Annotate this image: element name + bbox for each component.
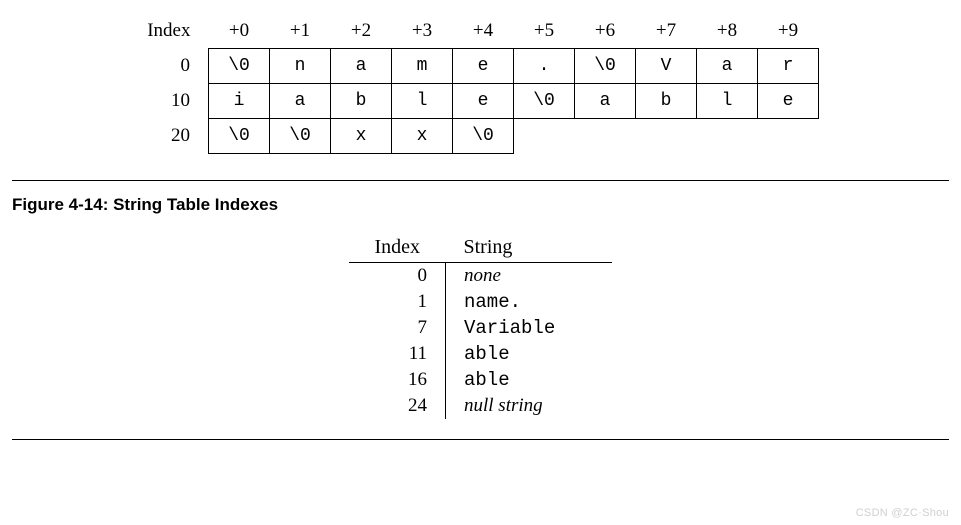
- byte-table-col-header: +4: [453, 14, 514, 49]
- byte-table-cell: r: [758, 49, 819, 84]
- index-table-cell-index: 11: [349, 341, 446, 367]
- byte-table-cell: e: [453, 84, 514, 119]
- byte-table-col-header: +6: [575, 14, 636, 49]
- index-table-cell-index: 7: [349, 315, 446, 341]
- byte-table-cell: V: [636, 49, 697, 84]
- byte-table-cell: a: [697, 49, 758, 84]
- byte-table-row: 10iable\0able: [112, 84, 819, 119]
- index-table: Index String 0none1name.7Variable11able1…: [349, 233, 612, 419]
- index-table-row: 1name.: [349, 289, 612, 315]
- byte-table-empty-cell: [575, 119, 636, 154]
- index-table-cell-string: name.: [446, 289, 613, 315]
- index-table-header-index: Index: [349, 233, 446, 263]
- byte-table-index-header: Index: [112, 14, 209, 49]
- byte-table-col-header: +3: [392, 14, 453, 49]
- byte-table-body: 0\0name.\0Var10iable\0able20\0\0xx\0: [112, 49, 819, 154]
- index-table-cell-string: able: [446, 341, 613, 367]
- index-table-cell-string: null string: [446, 393, 613, 419]
- byte-table-cell: \0: [575, 49, 636, 84]
- byte-table-cell: m: [392, 49, 453, 84]
- byte-table-cell: l: [697, 84, 758, 119]
- bottom-rule: [12, 439, 949, 440]
- byte-table-cell: i: [209, 84, 270, 119]
- byte-table-cell: a: [575, 84, 636, 119]
- byte-table-empty-cell: [758, 119, 819, 154]
- index-table-cell-string: Variable: [446, 315, 613, 341]
- index-table-header-row: Index String: [349, 233, 612, 263]
- index-table-wrapper: Index String 0none1name.7Variable11able1…: [12, 233, 949, 419]
- watermark-text: CSDN @ZC·Shou: [856, 507, 949, 519]
- byte-table-cell: l: [392, 84, 453, 119]
- byte-table-col-header: +7: [636, 14, 697, 49]
- byte-table-header-row: Index +0 +1 +2 +3 +4 +5 +6 +7 +8 +9: [112, 14, 819, 49]
- byte-table-row-index: 0: [112, 49, 209, 84]
- byte-table-cell: n: [270, 49, 331, 84]
- byte-table-cell: a: [331, 49, 392, 84]
- byte-table-row-index: 20: [112, 119, 209, 154]
- byte-table-cell: \0: [209, 49, 270, 84]
- byte-table-cell: x: [392, 119, 453, 154]
- byte-table-col-header: +0: [209, 14, 270, 49]
- index-table-cell-index: 24: [349, 393, 446, 419]
- index-table-cell-index: 16: [349, 367, 446, 393]
- byte-table-cell: x: [331, 119, 392, 154]
- byte-table-row: 20\0\0xx\0: [112, 119, 819, 154]
- byte-table-col-header: +8: [697, 14, 758, 49]
- index-table-cell-index: 1: [349, 289, 446, 315]
- byte-table-cell: \0: [209, 119, 270, 154]
- byte-table-cell: e: [453, 49, 514, 84]
- figure-title: Figure 4-14: String Table Indexes: [12, 195, 949, 215]
- byte-table-cell: a: [270, 84, 331, 119]
- document-page: Index +0 +1 +2 +3 +4 +5 +6 +7 +8 +9 0\0n…: [0, 0, 961, 452]
- byte-table-cell: \0: [453, 119, 514, 154]
- index-table-row: 24null string: [349, 393, 612, 419]
- byte-table: Index +0 +1 +2 +3 +4 +5 +6 +7 +8 +9 0\0n…: [112, 14, 819, 154]
- index-table-cell-index: 0: [349, 263, 446, 290]
- index-table-row: 11able: [349, 341, 612, 367]
- byte-table-empty-cell: [514, 119, 575, 154]
- byte-table-cell: \0: [270, 119, 331, 154]
- byte-table-empty-cell: [697, 119, 758, 154]
- index-table-body: 0none1name.7Variable11able16able24null s…: [349, 263, 612, 420]
- byte-table-cell: e: [758, 84, 819, 119]
- section-rule: [12, 180, 949, 181]
- index-table-row: 16able: [349, 367, 612, 393]
- byte-table-cell: b: [636, 84, 697, 119]
- byte-table-row-index: 10: [112, 84, 209, 119]
- index-table-header-string: String: [446, 233, 613, 263]
- index-table-cell-string: able: [446, 367, 613, 393]
- byte-table-cell: \0: [514, 84, 575, 119]
- byte-table-row: 0\0name.\0Var: [112, 49, 819, 84]
- byte-table-cell: .: [514, 49, 575, 84]
- byte-table-cell: b: [331, 84, 392, 119]
- index-table-row: 7Variable: [349, 315, 612, 341]
- index-table-cell-string: none: [446, 263, 613, 290]
- byte-table-col-header: +1: [270, 14, 331, 49]
- index-table-row: 0none: [349, 263, 612, 290]
- byte-table-wrapper: Index +0 +1 +2 +3 +4 +5 +6 +7 +8 +9 0\0n…: [112, 14, 849, 154]
- byte-table-col-header: +2: [331, 14, 392, 49]
- byte-table-col-header: +9: [758, 14, 819, 49]
- byte-table-empty-cell: [636, 119, 697, 154]
- byte-table-col-header: +5: [514, 14, 575, 49]
